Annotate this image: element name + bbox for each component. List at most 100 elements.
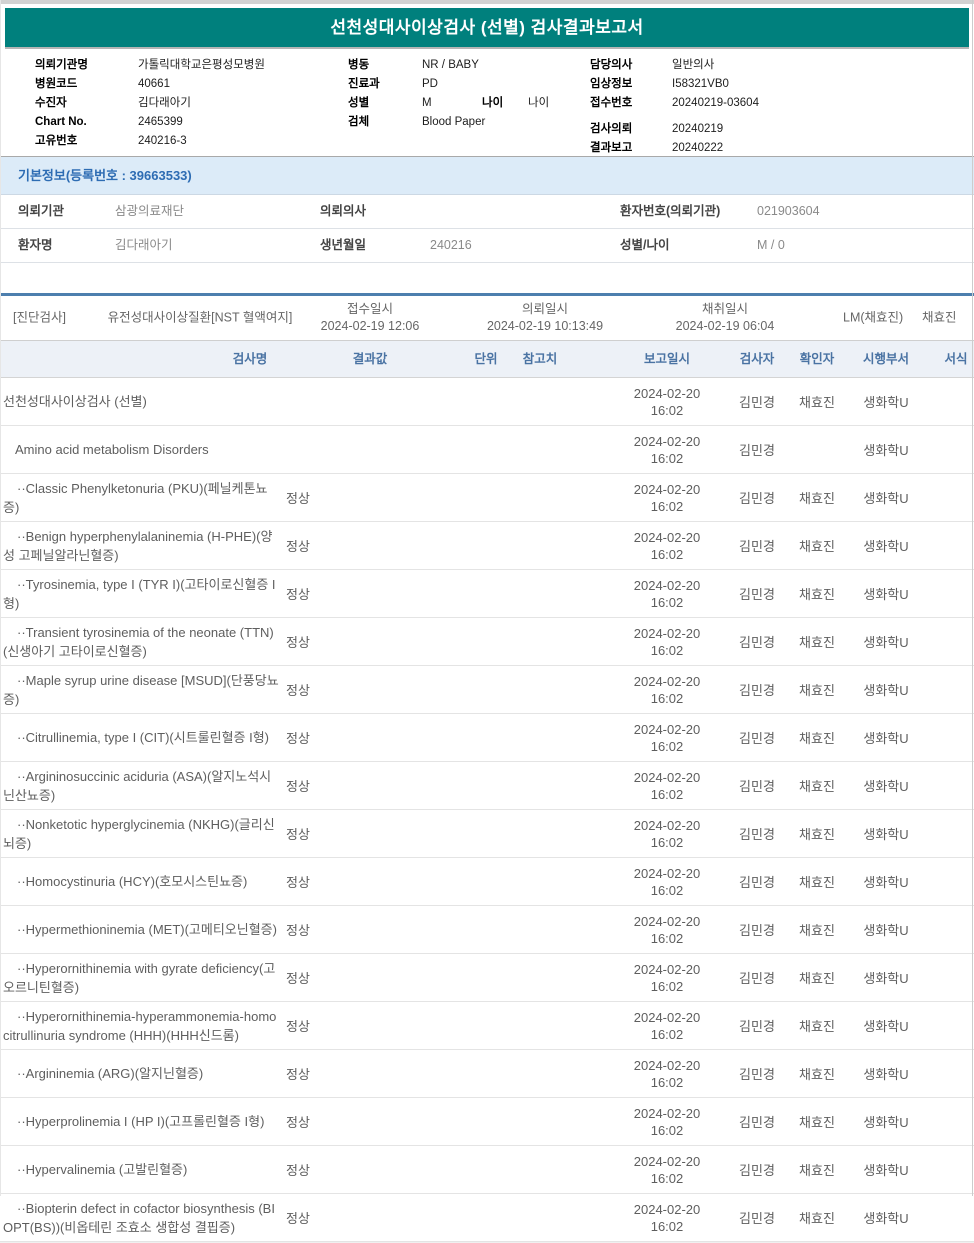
meta-value: M: [422, 97, 432, 109]
report-datetime: 2024-02-20 16:02: [610, 481, 724, 515]
checker-name: 채효진: [799, 1211, 835, 1226]
collector-name: 채효진: [922, 310, 957, 325]
checker-name: 채효진: [799, 971, 835, 986]
meta-row: 고유번호 240216-3: [35, 132, 265, 151]
meta-row: 결과보고 20240222: [590, 139, 759, 158]
report-date: 2024-02-20: [633, 817, 701, 833]
department-name: 생화학U: [863, 731, 909, 746]
meta-label: 결과보고: [590, 142, 633, 154]
department-name: 생화학U: [863, 875, 909, 890]
meta-label: 수진자: [35, 97, 67, 109]
department-name: 생화학U: [863, 587, 909, 602]
page-title: 선천성대사이상검사 (선별) 검사결과보고서: [330, 18, 644, 37]
test-name: Amino acid metabolism Disorders: [15, 442, 209, 457]
result-value: 정상: [286, 1067, 310, 1082]
tester-name: 김민경: [739, 587, 775, 602]
checker-name: 채효진: [799, 683, 835, 698]
report-time: 16:02: [650, 402, 684, 418]
field-value: 삼광의료재단: [115, 204, 185, 218]
tester-name: 김민경: [739, 827, 775, 842]
department-name: 생화학U: [863, 491, 909, 506]
result-value: 정상: [286, 1019, 310, 1034]
result-value: 정상: [286, 1163, 310, 1178]
meta-value: 20240219-03604: [672, 97, 759, 109]
report-date: 2024-02-20: [633, 865, 701, 881]
page-right-border: [972, 0, 973, 1196]
result-value: 정상: [286, 827, 310, 842]
field-value: M / 0: [757, 238, 785, 252]
checker-name: 채효진: [799, 923, 835, 938]
report-datetime: 2024-02-20 16:02: [610, 1105, 724, 1139]
report-time: 16:02: [650, 738, 684, 754]
report-datetime: 2024-02-20 16:02: [610, 961, 724, 995]
request-datetime: 의뢰일시 2024-02-19 10:13:49: [460, 301, 630, 335]
meta-row: 병원코드 40661: [35, 75, 265, 94]
report-date: 2024-02-20: [633, 721, 701, 737]
report-datetime: 2024-02-20 16:02: [610, 529, 724, 563]
report-date: 2024-02-20: [633, 529, 701, 545]
department-name: 생화학U: [863, 443, 909, 458]
field-label: 생년월일: [320, 238, 367, 252]
patient-meta-block: 의뢰기관명 가톨릭대학교은평성모병원 병원코드 40661 수진자 김다래아기 Cha…: [0, 49, 974, 156]
report-title-banner: 선천성대사이상검사 (선별) 검사결과보고서: [5, 8, 969, 49]
meta-value: NR / BABY: [422, 59, 479, 71]
meta-row: 접수번호 20240219-03604: [590, 94, 759, 113]
collection-label: 채취일시: [701, 302, 748, 316]
department-name: 생화학U: [863, 1067, 909, 1082]
table-row: ··Transient tyrosinemia of the neonate (…: [0, 618, 974, 666]
report-date: 2024-02-20: [633, 673, 701, 689]
checker-name: 채효진: [799, 731, 835, 746]
table-row: 선천성대사이상검사 (선별) 2024-02-20 16:02 김민경 채효진 …: [0, 378, 974, 426]
field-label: 성별/나이: [620, 238, 670, 252]
tester-name: 김민경: [739, 443, 775, 458]
department-name: 생화학U: [863, 635, 909, 650]
meta-row: 임상정보 I58321VB0: [590, 75, 759, 94]
meta-label: 검사의뢰: [590, 123, 633, 135]
meta-label: Chart No.: [35, 116, 87, 128]
tester-name: 김민경: [739, 683, 775, 698]
result-value: 정상: [286, 971, 310, 986]
col-header-unit: 단위: [474, 352, 498, 366]
table-row: ··Tyrosinemia, type I (TYR I)(고타이로신혈증 I형…: [0, 570, 974, 618]
meta-row: 성별 M 나이 나이: [348, 94, 549, 113]
table-row: ··Hypermethioninemia (MET)(고메티오닌혈증) 정상 2…: [0, 906, 974, 954]
tester-name: 김민경: [739, 1067, 775, 1082]
department-name: 생화학U: [863, 683, 909, 698]
report-time: 16:02: [650, 1122, 684, 1138]
test-name: ··Transient tyrosinemia of the neonate (…: [3, 624, 274, 659]
result-value: 정상: [286, 1115, 310, 1130]
report-time: 16:02: [650, 1026, 684, 1042]
table-row: ··Hyperornithinemia-hyperammonemia-homoc…: [0, 1002, 974, 1050]
checker-name: 채효진: [799, 1115, 835, 1130]
checker-name: 채효진: [799, 875, 835, 890]
report-time: 16:02: [650, 882, 684, 898]
tester-name: 김민경: [739, 635, 775, 650]
table-row: ··Argininemia (ARG)(알지닌혈증) 정상 2024-02-20…: [0, 1050, 974, 1098]
order-category: [진단검사]: [13, 310, 66, 325]
report-date: 2024-02-20: [633, 1105, 701, 1121]
table-row: ··Homocystinuria (HCY)(호모시스틴뇨증) 정상 2024-…: [0, 858, 974, 906]
report-time: 16:02: [650, 1218, 684, 1234]
tester-name: 김민경: [739, 1019, 775, 1034]
department-name: 생화학U: [863, 395, 909, 410]
table-row: ··Argininosuccinic aciduria (ASA)(알지노석시닌…: [0, 762, 974, 810]
report-time: 16:02: [650, 642, 684, 658]
report-date: 2024-02-20: [633, 961, 701, 977]
table-row: ··Nonketotic hyperglycinemia (NKHG)(글리신뇌…: [0, 810, 974, 858]
department-name: 생화학U: [863, 971, 909, 986]
meta-value: 가톨릭대학교은평성모병원: [138, 59, 265, 71]
basic-info-header: 기본정보(등록번호 : 39663533): [0, 156, 974, 195]
result-value: 정상: [286, 587, 310, 602]
meta-label: 성별: [348, 97, 370, 109]
meta-label: 진료과: [348, 78, 380, 90]
basic-info-row: 의뢰기관 삼광의료재단 의뢰의사 환자번호(의뢰기관) 021903604: [0, 195, 974, 229]
meta-column-middle: 병동 NR / BABY 진료과 PD 성별 M 나이 나이 검체 Blood Paper: [348, 56, 549, 132]
result-value: 정상: [286, 875, 310, 890]
report-date: 2024-02-20: [633, 577, 701, 593]
table-row: ··Benign hyperphenylalaninemia (H-PHE)(양…: [0, 522, 974, 570]
result-value: 정상: [286, 491, 310, 506]
test-name: ··Tyrosinemia, type I (TYR I)(고타이로신혈증 I형…: [3, 576, 276, 611]
department-name: 생화학U: [863, 1211, 909, 1226]
report-time: 16:02: [650, 786, 684, 802]
meta-label: 임상정보: [590, 78, 633, 90]
